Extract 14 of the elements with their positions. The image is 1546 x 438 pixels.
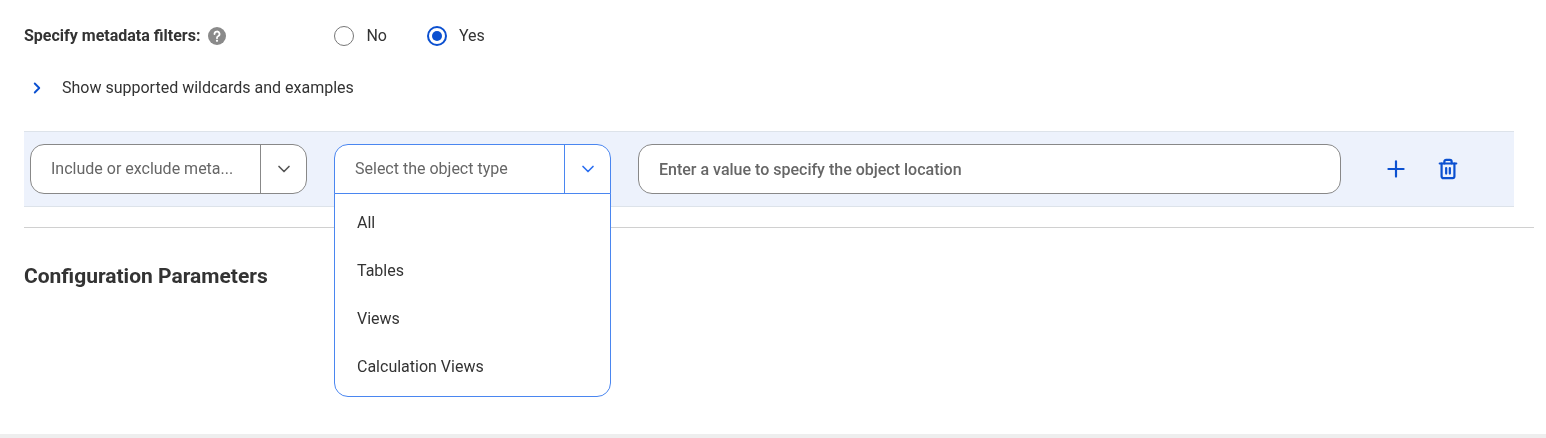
object-type-select[interactable]: Select the object type [334, 144, 611, 194]
section-heading: Configuration Parameters [24, 263, 268, 290]
help-icon[interactable] [208, 27, 227, 45]
menu-option[interactable]: Views [335, 295, 610, 343]
menu-option[interactable]: Calculation Views [335, 343, 610, 391]
radio-option[interactable]: Yes [427, 24, 485, 48]
wildcards-toggle[interactable]: Show supported wildcards and examples [28, 76, 354, 100]
menu-option[interactable]: Tables [335, 247, 610, 295]
trash-icon [1437, 158, 1459, 180]
field-label: Specify metadata filters: [24, 25, 201, 47]
rule-select[interactable]: Include or exclude meta... [30, 144, 307, 194]
menu-option[interactable]: All [335, 199, 610, 247]
radio-option[interactable]: No [334, 24, 387, 48]
location-field[interactable]: Enter a value to specify the object location [638, 144, 1341, 194]
